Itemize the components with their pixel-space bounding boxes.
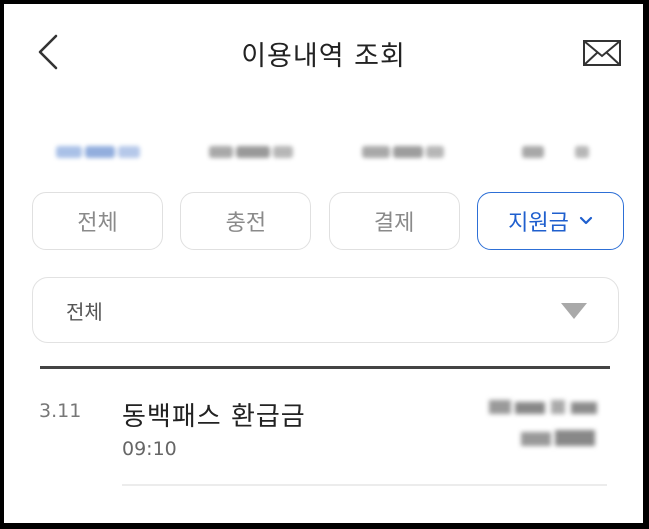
row-separator — [122, 484, 607, 486]
transaction-time: 09:10 — [122, 438, 177, 460]
chevron-down-icon — [579, 216, 592, 225]
tab-label: 지원금 — [508, 211, 569, 236]
list-divider — [40, 366, 610, 369]
transaction-row[interactable]: 3.11 동백패스 환급금 09:10 — [4, 370, 643, 490]
subsidy-type-select[interactable]: 전체 — [32, 277, 619, 343]
header: 이용내역 조회 — [4, 4, 643, 102]
tab-label: 충전 — [225, 211, 267, 236]
tab-payment[interactable]: 결제 — [328, 192, 460, 250]
app-screen: 이용내역 조회 전체 충전 결제 지원금 전체 3.11 동백패스 환급금 09… — [4, 4, 643, 523]
dropdown-triangle-icon — [561, 303, 587, 319]
period-chip[interactable] — [337, 130, 469, 174]
tab-label: 결제 — [373, 211, 415, 236]
period-chip[interactable] — [185, 130, 317, 174]
category-tabs: 전체 충전 결제 지원금 — [32, 192, 624, 256]
period-chip[interactable] — [490, 130, 622, 174]
tab-subsidy[interactable]: 지원금 — [476, 192, 624, 250]
period-chip[interactable] — [32, 130, 164, 174]
select-value: 전체 — [66, 299, 103, 324]
tab-charge[interactable]: 충전 — [180, 192, 312, 250]
transaction-date: 3.11 — [39, 400, 82, 422]
transaction-amount-redacted — [475, 396, 605, 466]
mail-icon[interactable] — [582, 38, 622, 68]
page-title: 이용내역 조회 — [241, 41, 406, 72]
tab-label: 전체 — [77, 211, 118, 236]
tab-all[interactable]: 전체 — [32, 192, 163, 250]
transaction-title: 동백패스 환급금 — [122, 402, 306, 432]
period-filter-row — [32, 112, 622, 192]
